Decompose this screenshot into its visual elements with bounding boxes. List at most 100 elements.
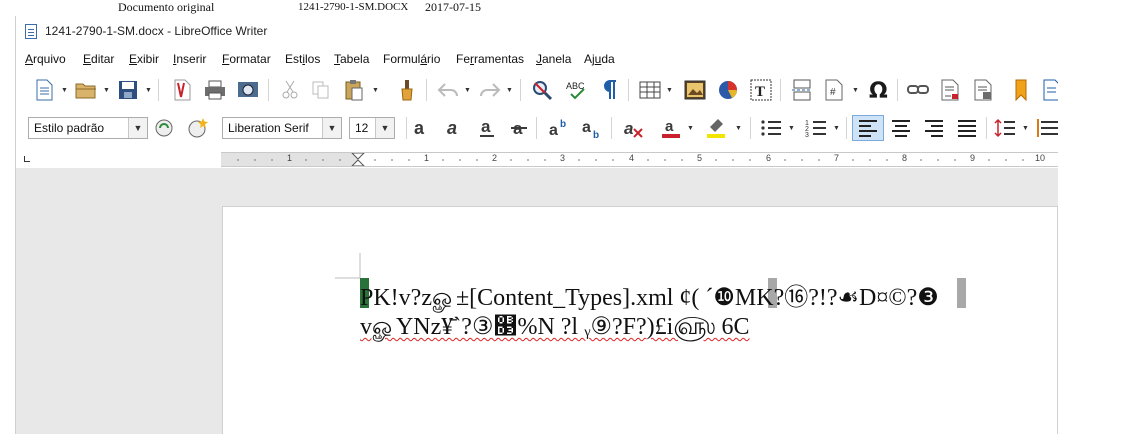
paste-icon[interactable] <box>342 78 366 102</box>
separator <box>780 79 781 101</box>
save-icon[interactable] <box>116 78 140 102</box>
document-text-line[interactable]: vௐYNz¥̄`?③௓%N ?l ᵧ⑨?F?)£i௵ 6C <box>360 312 749 343</box>
svg-text:3: 3 <box>805 132 809 138</box>
clear-formatting-icon[interactable]: a <box>622 116 646 140</box>
redo-icon[interactable] <box>478 78 502 102</box>
menu-formatar[interactable]: Formatar <box>222 52 271 66</box>
underline-icon[interactable]: a <box>475 116 499 140</box>
bookmark-icon[interactable] <box>1009 78 1033 102</box>
separator <box>846 117 847 139</box>
paragraph-spacing-icon[interactable] <box>1036 116 1058 140</box>
bullet-list-icon[interactable] <box>759 116 783 140</box>
svg-text:b: b <box>560 119 566 130</box>
menu-tabela[interactable]: Tabela <box>334 52 369 66</box>
svg-text:a: a <box>414 118 425 138</box>
highlight-color-icon[interactable] <box>704 116 728 140</box>
menu-ferramentas[interactable]: Ferramentas <box>456 52 524 66</box>
font-color-icon[interactable]: a <box>659 116 683 140</box>
cross-reference-icon[interactable] <box>1040 78 1058 102</box>
document-page[interactable]: PK!v?zௐ±[Content_Types].xml ¢( ´❿MK?⑯?!?… <box>222 206 1058 434</box>
writer-window: 1241-2790-1-SM.docx - LibreOffice Writer… <box>15 16 1058 434</box>
chevron-down-icon[interactable]: ▼ <box>375 118 394 138</box>
align-left-icon[interactable] <box>852 115 884 141</box>
field-icon[interactable]: # <box>822 78 846 102</box>
save-dropdown-arrow[interactable]: ▼ <box>145 78 152 102</box>
export-pdf-icon[interactable] <box>170 78 194 102</box>
svg-text:a: a <box>582 119 591 136</box>
menu-editar[interactable]: Editar <box>83 52 114 66</box>
bullet-dropdown-arrow[interactable]: ▼ <box>788 116 795 140</box>
new-dropdown-arrow[interactable]: ▼ <box>61 78 68 102</box>
font-name-select[interactable]: Liberation Serif ▼ <box>222 117 342 139</box>
justify-icon[interactable] <box>955 116 979 140</box>
bold-icon[interactable]: a <box>409 116 433 140</box>
undo-icon[interactable] <box>436 78 460 102</box>
undo-dropdown-arrow[interactable]: ▼ <box>464 78 471 102</box>
caption-strip: Documento original 1241-2790-1-SM.DOCX 2… <box>0 0 1128 16</box>
subscript-icon[interactable]: ab <box>581 116 605 140</box>
font-color-dropdown-arrow[interactable]: ▼ <box>687 116 694 140</box>
writer-app-icon <box>25 24 37 39</box>
formatting-marks-icon[interactable] <box>598 78 622 102</box>
svg-text:a: a <box>481 117 491 136</box>
caption-title: Documento original <box>118 0 215 14</box>
insert-textbox-icon[interactable]: T <box>749 78 773 102</box>
new-style-icon[interactable] <box>186 116 210 140</box>
paragraph-style-select[interactable]: Estilo padrão ▼ <box>28 117 148 139</box>
menu-formulario[interactable]: Formulário <box>383 52 440 66</box>
menu-ajuda[interactable]: Ajuda <box>584 52 615 66</box>
insert-table-icon[interactable] <box>638 78 662 102</box>
menu-estilos[interactable]: Estilos <box>285 52 320 66</box>
ruler-area: 1 1 2 3 4 5 6 7 8 9 10 <box>16 146 1058 168</box>
tab-stop-selector-icon[interactable] <box>24 156 30 162</box>
page-break-icon[interactable] <box>790 78 814 102</box>
field-dropdown-arrow[interactable]: ▼ <box>852 78 859 102</box>
italic-icon[interactable]: a <box>442 116 466 140</box>
line-spacing-icon[interactable] <box>993 116 1017 140</box>
table-dropdown-arrow[interactable]: ▼ <box>666 78 673 102</box>
svg-text:#: # <box>830 87 836 98</box>
line-spacing-dropdown-arrow[interactable]: ▼ <box>1022 116 1029 140</box>
spelling-icon[interactable]: ABC <box>566 78 590 102</box>
menu-arquivo[interactable]: Arquivo <box>25 52 66 66</box>
superscript-icon[interactable]: ab <box>548 116 572 140</box>
chevron-down-icon[interactable]: ▼ <box>128 118 147 138</box>
separator <box>536 117 537 139</box>
insert-chart-icon[interactable] <box>716 78 740 102</box>
new-document-icon[interactable] <box>32 78 56 102</box>
document-text-line[interactable]: PK!v?zௐ±[Content_Types].xml ¢( ´❿MK?⑯?!?… <box>360 277 939 314</box>
chevron-down-icon[interactable]: ▼ <box>322 118 341 138</box>
strikethrough-icon[interactable]: a <box>507 116 531 140</box>
separator <box>268 79 269 101</box>
clone-formatting-icon[interactable] <box>395 78 419 102</box>
print-preview-icon[interactable] <box>236 78 260 102</box>
open-dropdown-arrow[interactable]: ▼ <box>103 78 110 102</box>
font-size-select[interactable]: 12 ▼ <box>349 117 395 139</box>
caption-filename: 1241-2790-1-SM.DOCX <box>298 1 409 13</box>
open-folder-icon[interactable] <box>74 78 98 102</box>
menu-inserir[interactable]: Inserir <box>173 52 206 66</box>
update-style-icon[interactable] <box>153 116 177 140</box>
align-right-icon[interactable] <box>922 116 946 140</box>
find-replace-icon[interactable] <box>530 78 554 102</box>
text-boundary-corner <box>335 253 361 279</box>
footnote-icon[interactable] <box>938 78 962 102</box>
align-center-icon[interactable] <box>889 116 913 140</box>
paragraph-style-value: Estilo padrão <box>34 121 105 135</box>
endnote-icon[interactable] <box>971 78 995 102</box>
paste-dropdown-arrow[interactable]: ▼ <box>372 78 379 102</box>
font-size-value: 12 <box>355 121 369 135</box>
menu-exibir[interactable]: Exibir <box>129 52 159 66</box>
numbering-dropdown-arrow[interactable]: ▼ <box>833 116 840 140</box>
highlight-dropdown-arrow[interactable]: ▼ <box>735 116 742 140</box>
insert-image-icon[interactable] <box>683 78 707 102</box>
redo-dropdown-arrow[interactable]: ▼ <box>506 78 513 102</box>
horizontal-ruler[interactable]: 1 1 2 3 4 5 6 7 8 9 10 <box>221 152 1058 167</box>
menu-janela[interactable]: Janela <box>536 52 571 66</box>
print-icon[interactable] <box>203 78 227 102</box>
special-character-icon[interactable]: Ω <box>867 78 891 102</box>
numbered-list-icon[interactable]: 123 <box>804 116 828 140</box>
copy-icon[interactable] <box>309 78 333 102</box>
cut-icon[interactable] <box>278 78 302 102</box>
hyperlink-icon[interactable] <box>906 78 930 102</box>
